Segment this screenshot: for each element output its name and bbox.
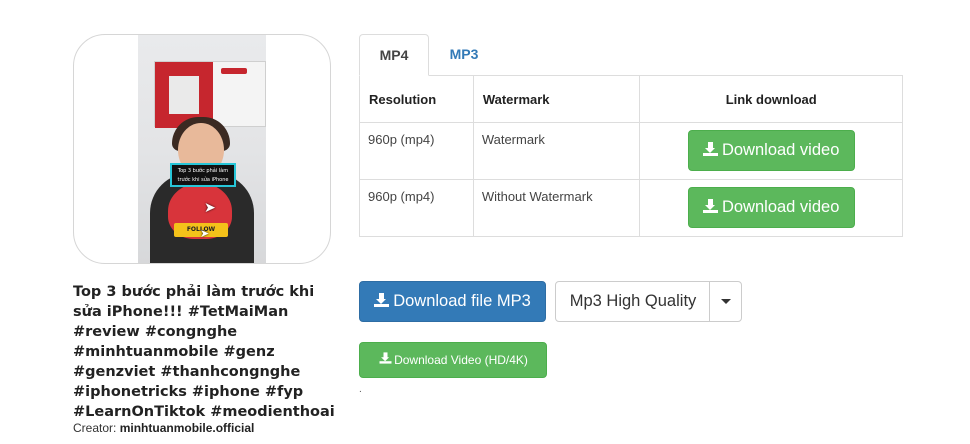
download-video-no-watermark-button[interactable]: Download video [687, 187, 855, 228]
video-thumbnail: Top 3 bước phải làm trước khi sửa iPhone… [138, 35, 266, 263]
download-icon [702, 142, 718, 156]
download-video-watermark-button[interactable]: Download video [687, 130, 855, 171]
stray-dot: . [359, 384, 362, 395]
watermark-cell: Watermark [472, 122, 641, 180]
video-thumbnail-frame: Top 3 bước phải làm trước khi sửa iPhone… [73, 34, 331, 264]
mp3-quality-select[interactable]: Mp3 High Quality [555, 281, 742, 322]
column-header-watermark: Watermark [472, 75, 641, 123]
download-icon [702, 199, 718, 213]
tab-mp4[interactable]: MP4 [359, 34, 429, 76]
creator-line: Creator: minhtuanmobile.official [73, 421, 254, 435]
tab-mp3[interactable]: MP3 [431, 34, 497, 76]
table-row: 960p (mp4) Watermark Download video [359, 122, 903, 180]
download-icon [374, 293, 390, 307]
table-row: 960p (mp4) Without Watermark Download vi… [359, 179, 903, 237]
resolution-cell: 960p (mp4) [359, 122, 474, 180]
caret-down-icon [721, 299, 731, 304]
download-mp3-button[interactable]: Download file MP3 [359, 281, 546, 322]
cursor-icon: ➤ [200, 228, 210, 240]
video-title: Top 3 bước phải làm trước khi sửa iPhone… [73, 284, 335, 420]
download-icon [379, 352, 392, 364]
table-header-row: Resolution Watermark Link download [359, 75, 903, 123]
mp3-quality-dropdown-toggle[interactable] [709, 282, 741, 321]
download-table: Resolution Watermark Link download 960p … [359, 75, 903, 237]
thumbnail-caption: Top 3 bước phải làm trước khi sửa iPhone [170, 163, 236, 187]
resolution-cell: 960p (mp4) [359, 179, 474, 237]
cursor-icon: ➤ [204, 199, 216, 215]
download-hd-video-button[interactable]: Download Video (HD/4K) [359, 342, 547, 378]
mp3-quality-value: Mp3 High Quality [569, 292, 697, 310]
creator-label: Creator: [73, 421, 117, 435]
watermark-cell: Without Watermark [472, 179, 641, 237]
creator-name: minhtuanmobile.official [119, 421, 255, 435]
column-header-resolution: Resolution [359, 75, 474, 123]
column-header-link-download: Link download [639, 75, 903, 123]
